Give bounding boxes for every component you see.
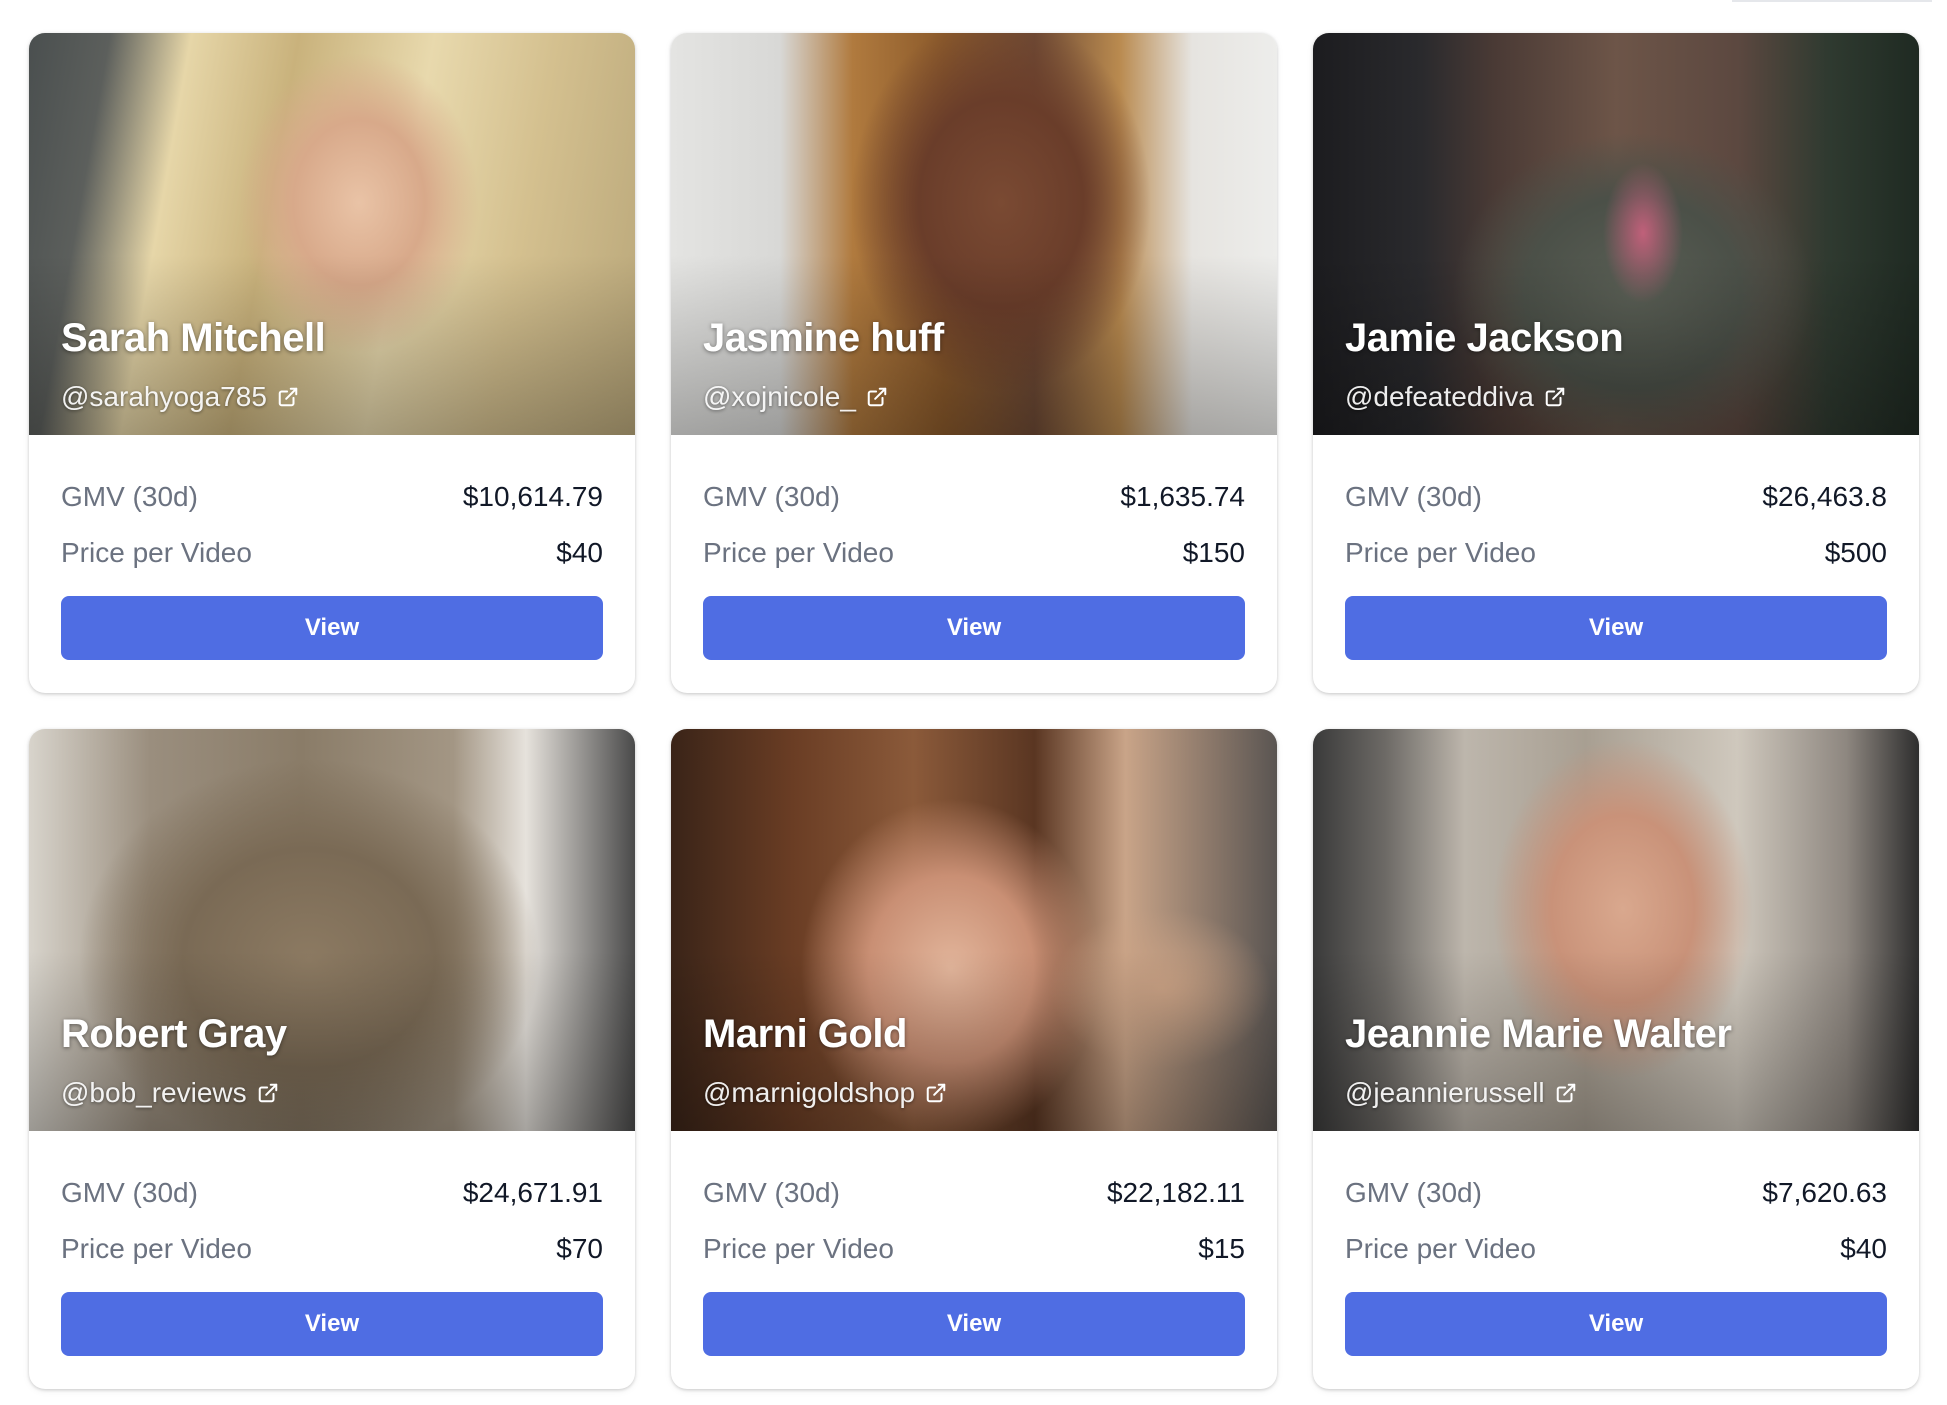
- creator-photo: Jamie Jackson @defeateddiva: [1313, 33, 1919, 435]
- price-row: Price per Video $15: [703, 1221, 1245, 1277]
- creator-name: Marni Gold: [703, 1012, 907, 1056]
- creator-handle: @marnigoldshop: [703, 1077, 916, 1108]
- top-divider: [1732, 0, 1932, 2]
- creator-handle-link[interactable]: @marnigoldshop: [703, 1077, 947, 1109]
- external-link-icon: [1556, 1083, 1575, 1103]
- creator-handle: @bob_reviews: [61, 1077, 247, 1108]
- price-value: $150: [1182, 537, 1245, 568]
- creator-handle-link[interactable]: @sarahyoga785: [61, 381, 299, 413]
- creator-card: Jasmine huff @xojnicole_ GMV (30d) $1,63…: [671, 33, 1277, 693]
- creator-grid: Sarah Mitchell @sarahyoga785 GMV (30d) $…: [29, 33, 1919, 1389]
- gmv-label: GMV (30d): [61, 481, 198, 512]
- gmv-label: GMV (30d): [1345, 481, 1482, 512]
- creator-card: Robert Gray @bob_reviews GMV (30d) $24,6…: [29, 729, 635, 1389]
- external-link-icon: [278, 387, 298, 407]
- gmv-label: GMV (30d): [703, 1177, 840, 1208]
- creator-handle-link[interactable]: @xojnicole_: [703, 381, 888, 413]
- creator-handle-link[interactable]: @bob_reviews: [61, 1077, 279, 1109]
- creator-photo: Jeannie Marie Walter @jeannierussell: [1313, 729, 1919, 1131]
- gmv-row: GMV (30d) $22,182.11: [703, 1165, 1245, 1221]
- creator-card: Sarah Mitchell @sarahyoga785 GMV (30d) $…: [29, 33, 635, 693]
- creator-stats: GMV (30d) $1,635.74 Price per Video $150: [703, 469, 1245, 581]
- gmv-value: $10,614.79: [462, 481, 603, 512]
- gmv-value: $26,463.8: [1762, 481, 1887, 512]
- view-button[interactable]: View: [1345, 596, 1887, 660]
- creator-photo: Robert Gray @bob_reviews: [29, 729, 635, 1131]
- price-value: $500: [1824, 537, 1887, 568]
- price-row: Price per Video $500: [1345, 525, 1887, 581]
- gmv-row: GMV (30d) $24,671.91: [61, 1165, 603, 1221]
- creator-stats: GMV (30d) $24,671.91 Price per Video $70: [61, 1165, 603, 1277]
- gmv-row: GMV (30d) $26,463.8: [1345, 469, 1887, 525]
- price-row: Price per Video $40: [61, 525, 603, 581]
- price-value: $40: [1840, 1233, 1887, 1264]
- gmv-row: GMV (30d) $1,635.74: [703, 469, 1245, 525]
- gmv-value: $24,671.91: [462, 1177, 603, 1208]
- creator-card: Marni Gold @marnigoldshop GMV (30d) $22,…: [671, 729, 1277, 1389]
- creator-name: Jasmine huff: [703, 316, 944, 360]
- price-label: Price per Video: [1345, 1233, 1536, 1264]
- price-value: $40: [556, 537, 603, 568]
- creator-handle: @jeannierussell: [1345, 1077, 1545, 1108]
- view-button[interactable]: View: [1345, 1292, 1887, 1356]
- price-label: Price per Video: [703, 537, 894, 568]
- price-label: Price per Video: [61, 1233, 252, 1264]
- creator-handle: @xojnicole_: [703, 381, 856, 412]
- creator-name: Jamie Jackson: [1345, 316, 1624, 360]
- price-row: Price per Video $70: [61, 1221, 603, 1277]
- creator-card: Jamie Jackson @defeateddiva GMV (30d) $2…: [1313, 33, 1919, 693]
- creator-name: Sarah Mitchell: [61, 316, 326, 360]
- gmv-value: $1,635.74: [1120, 481, 1245, 512]
- gmv-value: $22,182.11: [1106, 1177, 1245, 1208]
- price-label: Price per Video: [1345, 537, 1536, 568]
- creator-stats: GMV (30d) $10,614.79 Price per Video $40: [61, 469, 603, 581]
- gmv-row: GMV (30d) $7,620.63: [1345, 1165, 1887, 1221]
- gmv-label: GMV (30d): [61, 1177, 198, 1208]
- creator-handle-link[interactable]: @defeateddiva: [1345, 381, 1566, 413]
- creator-handle-link[interactable]: @jeannierussell: [1345, 1077, 1577, 1109]
- gmv-row: GMV (30d) $10,614.79: [61, 469, 603, 525]
- creator-stats: GMV (30d) $26,463.8 Price per Video $500: [1345, 469, 1887, 581]
- gmv-label: GMV (30d): [1345, 1177, 1482, 1208]
- gmv-value: $7,620.63: [1762, 1177, 1887, 1208]
- gmv-label: GMV (30d): [703, 481, 840, 512]
- creator-stats: GMV (30d) $22,182.11 Price per Video $15: [703, 1165, 1245, 1277]
- price-row: Price per Video $40: [1345, 1221, 1887, 1277]
- external-link-icon: [258, 1083, 277, 1103]
- price-value: $15: [1198, 1233, 1245, 1264]
- price-value: $70: [556, 1233, 603, 1264]
- creator-name: Robert Gray: [61, 1012, 287, 1056]
- creator-handle: @sarahyoga785: [61, 381, 267, 412]
- external-link-icon: [1545, 387, 1565, 407]
- creator-stats: GMV (30d) $7,620.63 Price per Video $40: [1345, 1165, 1887, 1277]
- price-row: Price per Video $150: [703, 525, 1245, 581]
- price-label: Price per Video: [61, 537, 252, 568]
- creator-photo: Sarah Mitchell @sarahyoga785: [29, 33, 635, 435]
- external-link-icon: [926, 1083, 946, 1103]
- price-label: Price per Video: [703, 1233, 894, 1264]
- creator-name: Jeannie Marie Walter: [1345, 1012, 1732, 1056]
- view-button[interactable]: View: [703, 1292, 1245, 1356]
- creator-photo: Jasmine huff @xojnicole_: [671, 33, 1277, 435]
- view-button[interactable]: View: [61, 1292, 603, 1356]
- external-link-icon: [867, 387, 887, 407]
- view-button[interactable]: View: [703, 596, 1245, 660]
- creator-card: Jeannie Marie Walter @jeannierussell GMV…: [1313, 729, 1919, 1389]
- creator-handle: @defeateddiva: [1345, 381, 1534, 412]
- view-button[interactable]: View: [61, 596, 603, 660]
- creator-photo: Marni Gold @marnigoldshop: [671, 729, 1277, 1131]
